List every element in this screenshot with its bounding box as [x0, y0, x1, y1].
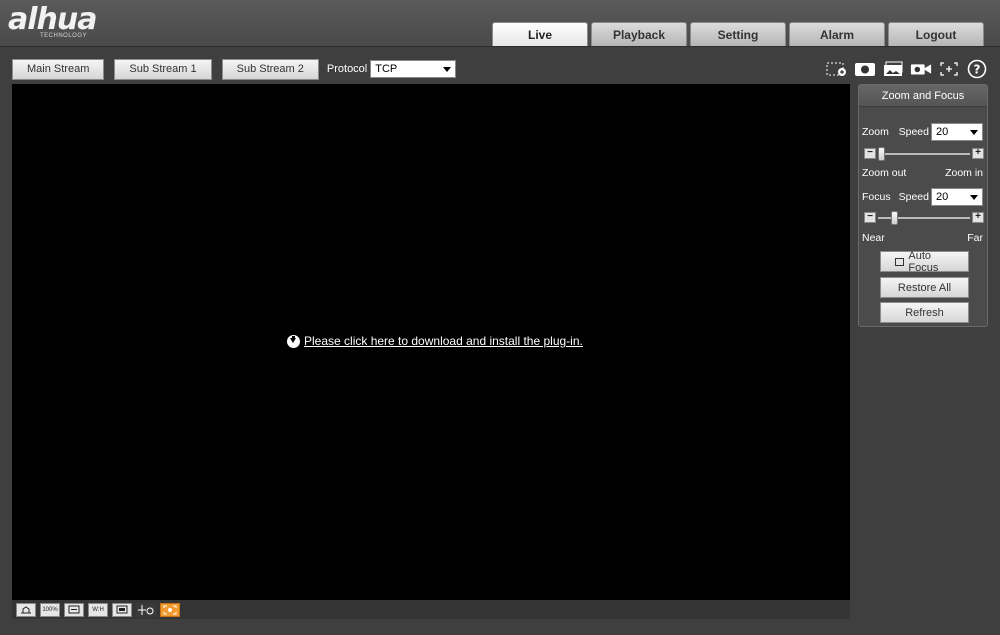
zoom-slider[interactable]: − + — [864, 147, 984, 161]
fisheye-icon[interactable] — [160, 602, 180, 617]
focus-near-button[interactable]: − — [864, 212, 876, 223]
record-icon[interactable] — [910, 59, 932, 79]
zoom-out-button[interactable]: − — [864, 148, 876, 159]
top-header: alhua TECHNOLOGY Live Playback Setting A… — [0, 0, 1000, 47]
zoom-focus-panel: Zoom and Focus Zoom Speed 20 − + Zoom ou… — [858, 84, 988, 327]
zoom-label: Zoom — [862, 126, 889, 138]
auto-focus-button[interactable]: Auto Focus — [880, 249, 969, 274]
plugin-download-link[interactable]: Please click here to download and instal… — [287, 334, 583, 348]
protocol-label: Protocol — [326, 63, 368, 75]
restore-icon[interactable] — [16, 602, 36, 617]
zoom-speed-value: 20 — [936, 126, 949, 138]
zoom-range-labels: Zoom out Zoom in — [862, 167, 983, 179]
restore-all-button[interactable]: Restore All — [880, 277, 969, 298]
zoom-speed-label: Speed — [898, 126, 929, 138]
zoom-speed-select[interactable]: 20 — [931, 123, 983, 141]
near-label: Near — [862, 232, 885, 244]
fullscreen-icon[interactable] — [112, 602, 132, 617]
zoom-track — [878, 153, 970, 155]
focus-speed-select[interactable]: 20 — [931, 188, 983, 206]
main-stream-button[interactable]: Main Stream — [12, 58, 105, 80]
help-icon[interactable]: ? — [966, 59, 988, 79]
svg-text:?: ? — [974, 63, 981, 77]
auto-focus-icon — [895, 257, 905, 266]
stream-toolbar: Main Stream Sub Stream 1 Sub Stream 2 Pr… — [12, 58, 457, 80]
zoom-out-label: Zoom out — [862, 167, 907, 179]
tab-logout[interactable]: Logout — [888, 22, 984, 46]
focus-label: Focus — [862, 191, 891, 203]
tab-setting[interactable]: Setting — [690, 22, 786, 46]
zoom-thumb[interactable] — [878, 147, 885, 161]
zoom-row: Zoom Speed 20 — [862, 123, 983, 141]
sub-stream-1-button[interactable]: Sub Stream 1 — [114, 58, 212, 80]
zoom-in-button[interactable]: + — [972, 148, 984, 159]
focus-far-button[interactable]: + — [972, 212, 984, 223]
tab-playback[interactable]: Playback — [591, 22, 687, 46]
sub-stream-2-button[interactable]: Sub Stream 2 — [221, 58, 319, 80]
logo-subtitle: TECHNOLOGY — [40, 33, 88, 39]
refresh-button[interactable]: Refresh — [880, 302, 969, 323]
fit-window-icon[interactable] — [64, 602, 84, 617]
dropdown-arrow-icon — [970, 130, 978, 135]
download-icon — [287, 334, 300, 348]
logo-brand: alhua — [8, 2, 97, 37]
focus-speed-value: 20 — [936, 191, 949, 203]
protocol-select[interactable]: TCP — [370, 60, 457, 78]
dahua-logo: alhua TECHNOLOGY — [8, 2, 128, 42]
easy-focus-icon[interactable] — [938, 59, 960, 79]
tab-live[interactable]: Live — [492, 22, 588, 46]
plugin-message: Please click here to download and instal… — [304, 334, 583, 348]
region-zoom-icon[interactable] — [826, 59, 848, 79]
protocol-value: TCP — [375, 63, 398, 75]
auto-focus-label: Auto Focus — [908, 249, 939, 274]
focus-row: Focus Speed 20 — [862, 188, 983, 206]
focus-thumb[interactable] — [890, 211, 898, 225]
wide-icon[interactable]: W:H — [88, 602, 108, 617]
far-label: Far — [967, 232, 983, 244]
triple-snapshot-icon[interactable] — [882, 59, 904, 79]
focus-speed-label: Speed — [898, 191, 929, 203]
focus-range-labels: Near Far — [862, 232, 983, 244]
panel-title: Zoom and Focus — [859, 85, 987, 107]
dropdown-arrow-icon — [443, 67, 452, 72]
snapshot-icon[interactable] — [854, 59, 876, 79]
original-size-icon[interactable]: 100% — [40, 602, 60, 617]
zoom-in-label: Zoom in — [945, 167, 983, 179]
main-nav-tabs: Live Playback Setting Alarm Logout — [492, 22, 984, 46]
video-bottom-bar: 100% W:H — [12, 600, 850, 619]
live-action-icons: ? — [826, 58, 988, 80]
dropdown-arrow-icon — [970, 195, 978, 200]
focus-slider[interactable]: − + — [864, 211, 984, 225]
ptz-icon[interactable] — [136, 602, 156, 617]
tab-alarm[interactable]: Alarm — [789, 22, 885, 46]
